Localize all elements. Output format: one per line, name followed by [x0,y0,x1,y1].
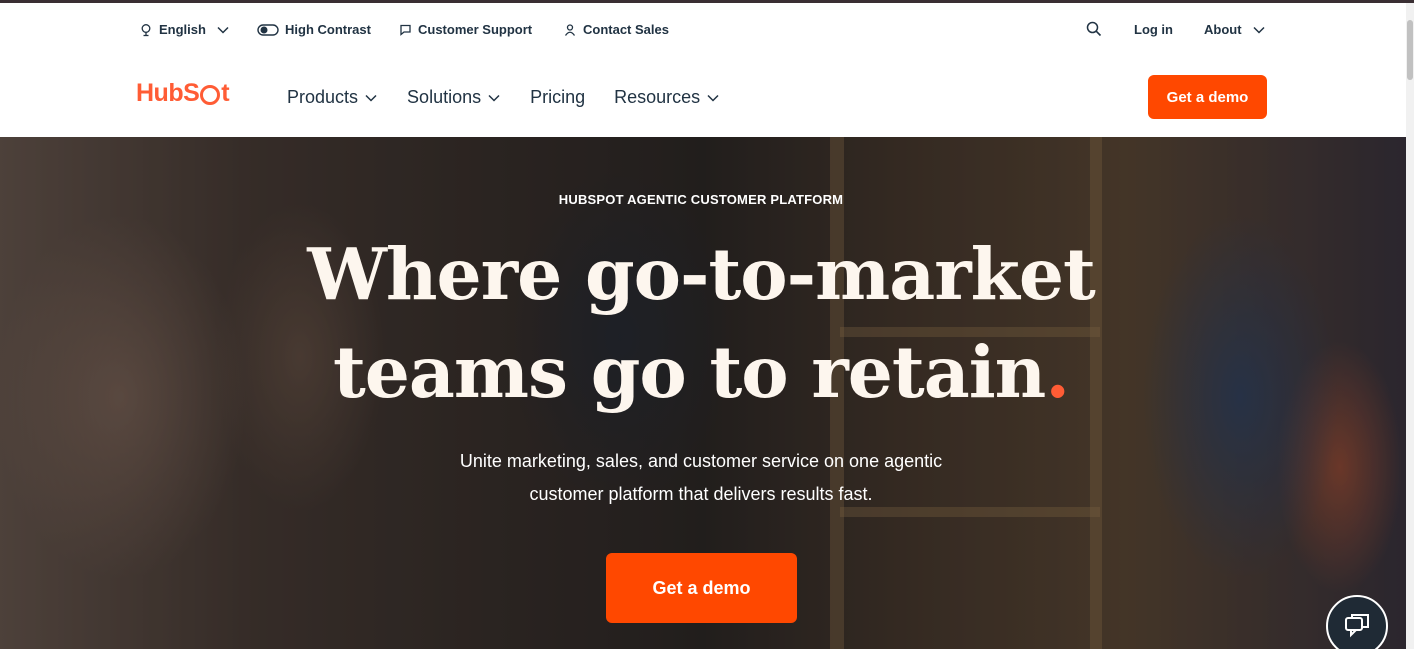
contact-sales-label: Contact Sales [583,22,669,37]
nav-resources[interactable]: Resources [614,87,720,108]
headline-line-2: teams go to retain [332,330,1046,414]
chat-widget-icon [1345,614,1369,638]
person-icon [564,23,576,36]
toggle-icon [257,23,279,36]
language-selector[interactable]: English [139,22,230,37]
nav-pricing[interactable]: Pricing [530,87,585,108]
chevron-down-icon [365,94,377,102]
high-contrast-toggle[interactable]: High Contrast [257,22,371,37]
logo-text-start: HubS [136,79,200,107]
login-label: Log in [1134,22,1173,37]
hubspot-logo[interactable]: HubS t [136,79,230,108]
hero-subtext: Unite marketing, sales, and customer ser… [0,445,1402,511]
customer-support-link[interactable]: Customer Support [398,22,532,37]
sprocket-icon [200,84,221,105]
chevron-down-icon [488,94,500,102]
nav-pricing-label: Pricing [530,87,586,107]
globe-icon [141,23,151,36]
subtext-line-2: customer platform that delivers results … [529,484,873,504]
nav-products[interactable]: Products [287,87,378,108]
customer-support-label: Customer Support [418,22,533,37]
logo-text-end: t [221,79,230,107]
contact-sales-link[interactable]: Contact Sales [563,22,669,37]
nav-resources-label: Resources [614,87,701,107]
utility-bar: English High Contrast Customer Support C… [0,3,1406,57]
high-contrast-label: High Contrast [285,22,371,37]
scrollbar-thumb[interactable] [1407,20,1413,80]
language-label: English [159,22,206,37]
nav-products-label: Products [287,87,359,107]
chevron-down-icon [1253,26,1265,34]
site-header: English High Contrast Customer Support C… [0,3,1406,137]
headline-line-1: Where go-to-market [307,232,1096,316]
chevron-down-icon [707,94,719,102]
search-button[interactable] [1086,21,1102,37]
hero-headline: Where go-to-market teams go to retain. [0,225,1402,421]
nav-solutions[interactable]: Solutions [407,87,501,108]
hero-eyebrow: HUBSPOT AGENTIC CUSTOMER PLATFORM [558,192,844,207]
about-label: About [1204,22,1242,37]
search-icon [1086,21,1102,37]
headline-accent-dot: . [1045,330,1070,414]
hero-get-demo-button[interactable]: Get a demo [606,553,797,623]
main-nav: Products Solutions Pricing Resources [287,87,720,108]
nav-solutions-label: Solutions [407,87,482,107]
chat-widget-button[interactable] [1326,595,1388,649]
header-get-demo-button[interactable]: Get a demo [1148,75,1267,119]
page-scrollbar[interactable] [1406,3,1414,649]
subtext-line-1: Unite marketing, sales, and customer ser… [459,451,943,471]
hero-section: HUBSPOT AGENTIC CUSTOMER PLATFORM Where … [0,137,1406,649]
login-link[interactable]: Log in [1134,22,1173,37]
chat-bubble-icon [400,24,411,36]
chevron-down-icon [217,26,229,34]
about-menu[interactable]: About [1204,22,1266,37]
